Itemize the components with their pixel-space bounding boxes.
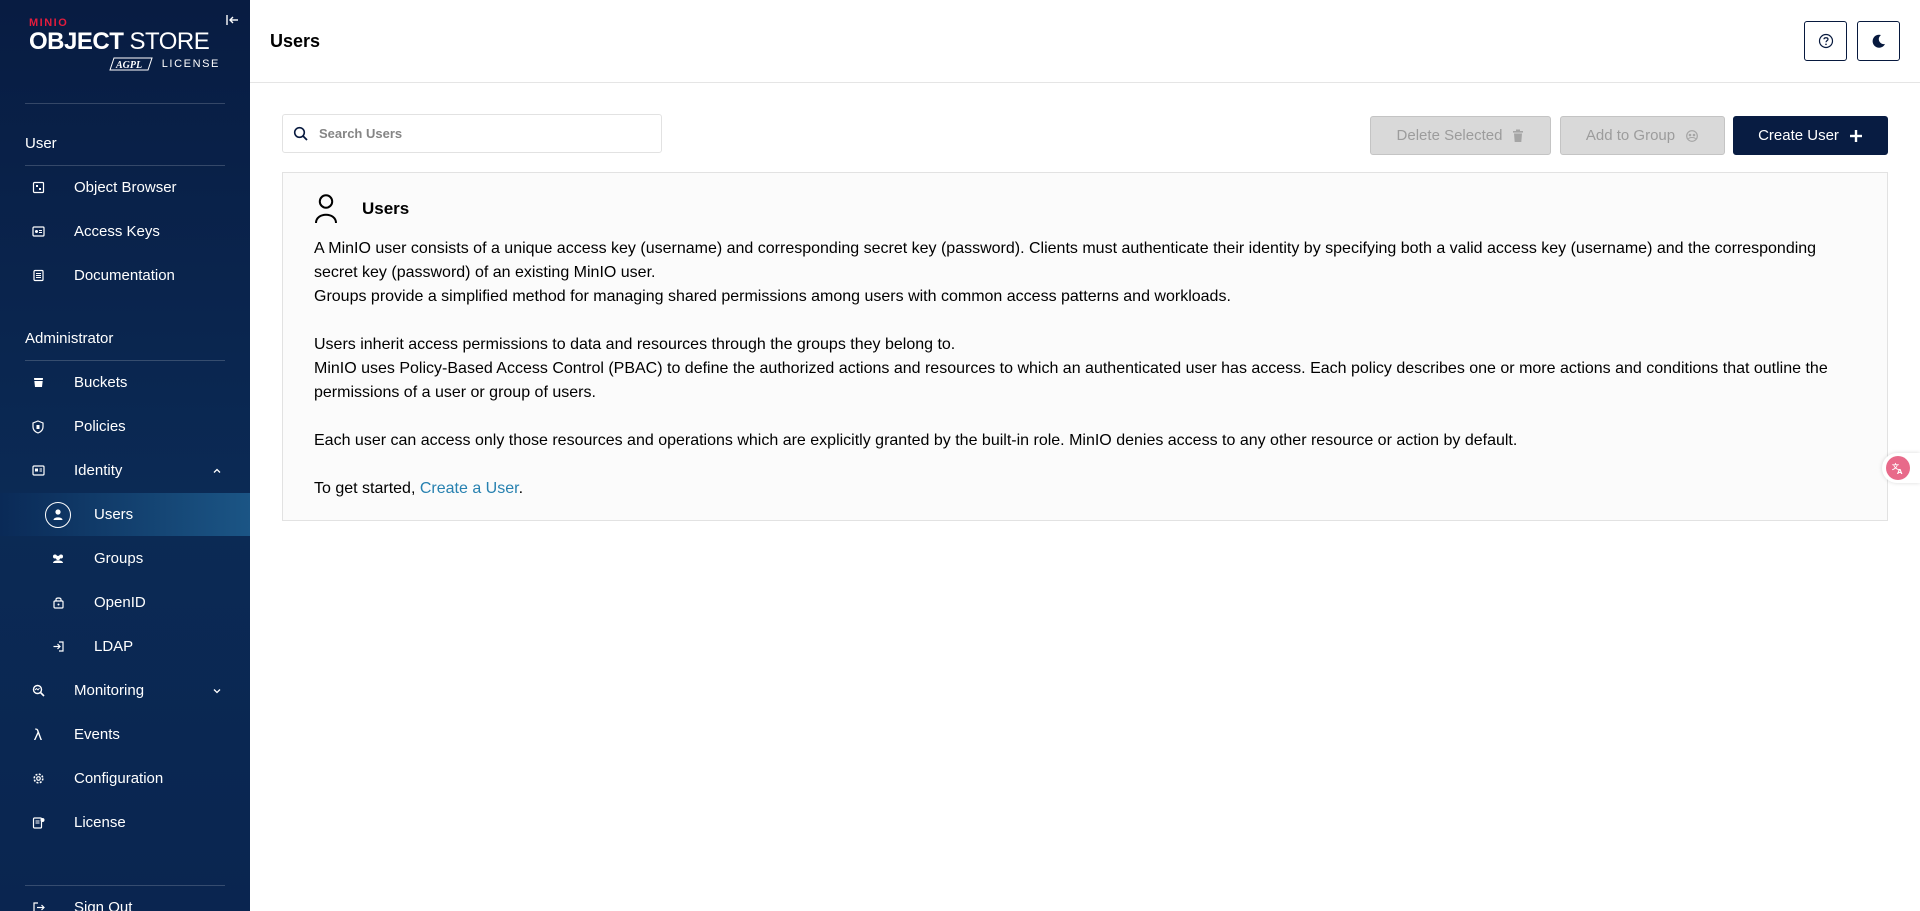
search-input[interactable] [319,115,649,152]
translate-widget[interactable]: 文A [1882,453,1920,483]
search-icon [293,126,308,141]
help-paragraph: Users inherit access permissions to data… [314,336,956,353]
get-started-text: To get started, Create a User. [314,480,524,497]
chevron-down-icon [213,688,221,693]
sidebar-item-label: Groups [94,550,144,567]
lambda-icon: λ [33,725,43,744]
svg-text:AGPL: AGPL [115,60,142,71]
sidebar-item-configuration[interactable]: Configuration [0,757,250,800]
user-outline-icon [315,194,337,224]
sidebar-item-openid[interactable]: OpenID [0,581,250,624]
groups-icon [50,551,66,567]
group-icon [1686,129,1699,142]
sidebar-item-label: Buckets [74,374,128,391]
add-to-group-button[interactable]: Add to Group [1560,116,1725,155]
policy-icon [30,419,46,435]
button-label: Delete Selected [1396,127,1503,144]
sign-out-icon [30,900,46,911]
agpl-logo: AGPL [109,57,153,71]
object-browser-icon [30,180,46,196]
help-paragraph: Groups provide a simplified method for m… [314,288,1231,305]
button-label: Add to Group [1585,127,1676,144]
ldap-icon [50,639,66,655]
create-user-link[interactable]: Create a User [420,480,519,497]
sidebar-item-label: OpenID [94,594,146,611]
sidebar-item-label: Access Keys [74,223,160,240]
sidebar-item-monitoring[interactable]: Monitoring [0,669,250,712]
sidebar-item-label: Identity [74,462,123,479]
license-icon [30,815,46,831]
sidebar: MINIO OBJECT STORE AGPL LICENSE User Obj… [0,0,250,911]
sidebar-item-identity[interactable]: Identity [0,449,250,492]
access-keys-icon [30,224,46,240]
section-title-user: User [25,135,57,152]
sidebar-item-events[interactable]: λ Events [0,713,250,756]
sidebar-item-label: Policies [74,418,126,435]
help-body: A MinIO user consists of a unique access… [314,237,1864,501]
chevron-up-icon [213,468,221,473]
help-paragraph: Each user can access only those resource… [314,432,1518,449]
section-title-administrator: Administrator [25,330,114,347]
sidebar-item-label: LDAP [94,638,134,655]
gear-icon [30,771,46,787]
svg-text:A: A [1897,468,1903,475]
page-title: Users [270,31,321,51]
sign-out-button[interactable]: Sign Out [0,886,250,911]
help-paragraph: A MinIO user consists of a unique access… [314,240,1817,281]
sidebar-item-label: License [74,814,126,831]
help-paragraph: MinIO uses Policy-Based Access Control (… [314,360,1828,401]
sidebar-item-users[interactable]: Users [0,493,250,536]
sidebar-item-policies[interactable]: Policies [0,405,250,448]
monitoring-icon [30,683,46,699]
sidebar-item-documentation[interactable]: Documentation [0,254,250,297]
sidebar-item-buckets[interactable]: Buckets [0,361,250,404]
sidebar-item-ldap[interactable]: LDAP [0,625,250,668]
plus-icon [1849,129,1862,142]
delete-selected-button[interactable]: Delete Selected [1370,116,1551,155]
create-user-button[interactable]: Create User [1733,116,1888,155]
moon-icon [1872,34,1885,48]
collapse-sidebar-icon[interactable] [223,11,241,29]
users-help-box: Users A MinIO user consists of a unique … [282,172,1888,521]
trash-icon [1513,129,1524,142]
bucket-icon [30,375,46,391]
sidebar-item-label: Monitoring [74,682,145,699]
documentation-icon [30,268,46,284]
logo[interactable]: MINIO OBJECT STORE AGPL LICENSE [29,17,224,79]
sidebar-item-label: Documentation [74,267,175,284]
help-icon [1818,33,1833,49]
sidebar-item-label: Configuration [74,770,164,787]
sidebar-item-object-browser[interactable]: Object Browser [0,166,250,209]
sidebar-item-label: Events [74,726,120,743]
divider [25,103,225,104]
sidebar-item-label: Sign Out [74,899,133,911]
openid-icon [50,595,66,611]
translate-icon: 文A [1886,456,1910,480]
sidebar-item-groups[interactable]: Groups [0,537,250,580]
help-title: Users [362,199,410,218]
sidebar-item-label: Users [94,506,134,523]
user-icon [45,501,71,528]
product-name: OBJECT STORE [29,28,210,55]
sidebar-item-license[interactable]: License [0,801,250,844]
main-content: Users Delete Selected Add to Group Creat… [250,0,1920,911]
sidebar-item-access-keys[interactable]: Access Keys [0,210,250,253]
top-bar: Users [250,0,1920,83]
help-button[interactable] [1804,21,1847,61]
button-label: Create User [1758,127,1839,144]
search-users-field[interactable] [282,114,662,153]
dark-mode-toggle[interactable] [1857,21,1900,61]
license-label: LICENSE [161,58,220,70]
sidebar-item-label: Object Browser [74,179,177,196]
identity-icon [30,463,46,479]
